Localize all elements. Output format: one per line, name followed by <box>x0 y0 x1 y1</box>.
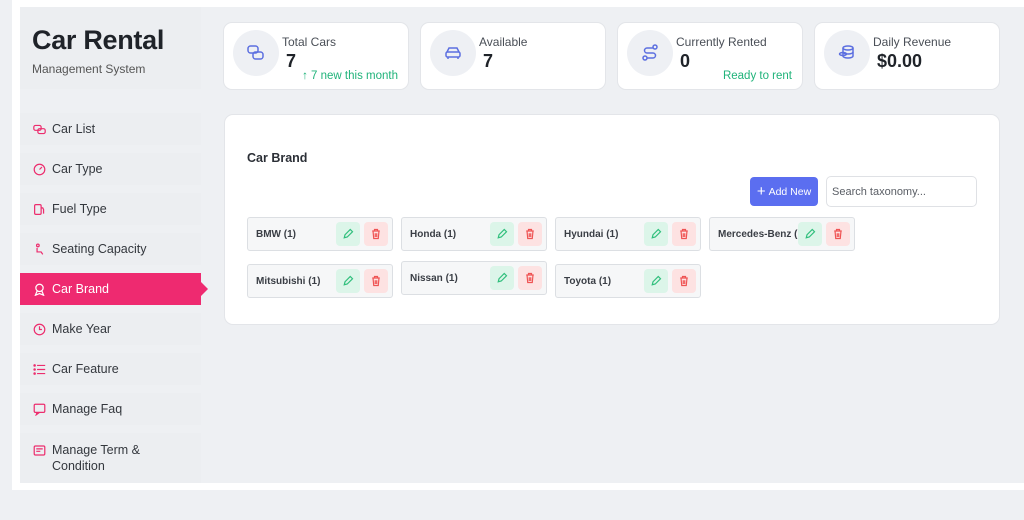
cars-icon <box>233 30 279 76</box>
trash-icon <box>526 228 534 240</box>
stat-card-currently-rented: Currently Rented 0 Ready to rent <box>617 22 803 90</box>
pencil-icon <box>343 275 354 286</box>
brand-name: Mercedes-Benz (1) <box>718 229 807 240</box>
sidebar-item-car-type[interactable]: Car Type <box>20 153 201 185</box>
brand-header: Car Rental Management System <box>20 7 201 89</box>
app-title: Car Rental <box>32 25 165 55</box>
brand-tag: BMW (1) <box>247 217 393 251</box>
sidebar-item-manage-terms[interactable]: Manage Term & Condition <box>20 433 201 483</box>
faq-icon <box>32 402 46 416</box>
cars-icon <box>32 122 46 136</box>
fuel-icon <box>32 202 46 216</box>
sidebar-item-label: Car Type <box>52 162 103 176</box>
edit-button[interactable] <box>336 269 360 293</box>
edit-button[interactable] <box>490 266 514 290</box>
sidebar-item-label: Car Feature <box>52 362 119 376</box>
sidebar-item-label: Make Year <box>52 322 112 336</box>
pencil-icon <box>497 228 508 239</box>
stat-label: Daily Revenue <box>873 35 952 49</box>
trash-icon <box>680 228 688 240</box>
clock-icon <box>32 322 46 336</box>
sidebar-item-make-year[interactable]: Make Year <box>20 313 201 345</box>
document-icon <box>32 443 46 457</box>
brand-tag: Hyundai (1) <box>555 217 701 251</box>
brand-name: Nissan (1) <box>410 273 458 284</box>
edit-button[interactable] <box>336 222 360 246</box>
seat-icon <box>32 242 46 256</box>
stat-value: 0 <box>680 51 691 71</box>
sidebar-item-label: Seating Capacity <box>52 242 147 256</box>
stat-value: $0.00 <box>877 51 923 71</box>
sidebar-item-label: Car Brand <box>52 282 109 296</box>
sidebar-item-label: Manage Term & Condition <box>52 443 141 473</box>
sidebar-item-label: Fuel Type <box>52 202 107 216</box>
sidebar-item-car-brand[interactable]: Car Brand <box>20 273 208 305</box>
brand-name: Toyota (1) <box>564 276 612 287</box>
sidebar-item-seating-capacity[interactable]: Seating Capacity <box>20 233 201 265</box>
trash-icon <box>526 272 534 284</box>
car-brand-panel: Car Brand + Add New BMW (1) Honda (1) Hy… <box>224 114 1000 325</box>
stat-card-total-cars: Total Cars 7 ↑ 7 new this month <box>223 22 409 90</box>
edit-button[interactable] <box>490 222 514 246</box>
brand-tag: Mercedes-Benz (1) <box>709 217 855 251</box>
delete-button[interactable] <box>518 222 542 246</box>
sidebar-item-car-feature[interactable]: Car Feature <box>20 353 201 385</box>
trash-icon <box>372 228 380 240</box>
pencil-icon <box>343 228 354 239</box>
stat-value: 7 <box>483 51 494 71</box>
edit-button[interactable] <box>644 269 668 293</box>
add-new-label: Add New <box>768 185 812 198</box>
stat-status: Ready to rent <box>722 70 792 82</box>
brand-name: Mitsubishi (1) <box>256 276 321 287</box>
brand-name: BMW (1) <box>256 229 296 240</box>
stat-label: Currently Rented <box>676 35 767 49</box>
trash-icon <box>834 228 842 240</box>
pencil-icon <box>805 228 816 239</box>
sidebar-item-label: Car List <box>52 122 96 136</box>
app-subtitle: Management System <box>32 62 146 76</box>
brand-tag: Mitsubishi (1) <box>247 264 393 298</box>
brand-tag: Nissan (1) <box>401 261 547 295</box>
edit-button[interactable] <box>644 222 668 246</box>
pencil-icon <box>497 272 508 283</box>
delete-button[interactable] <box>672 269 696 293</box>
edit-button[interactable] <box>798 222 822 246</box>
stat-label: Total Cars <box>282 35 337 49</box>
plus-icon: + <box>756 183 766 200</box>
pencil-icon <box>651 275 662 286</box>
brand-name: Honda (1) <box>410 229 457 240</box>
delete-button[interactable] <box>364 269 388 293</box>
stat-card-available: Available 7 <box>420 22 606 90</box>
sidebar-item-label: Manage Faq <box>52 402 123 416</box>
delete-button[interactable] <box>518 266 542 290</box>
badge-icon <box>32 282 46 296</box>
delete-button[interactable] <box>364 222 388 246</box>
search-taxonomy-input[interactable] <box>826 176 977 207</box>
trash-icon <box>680 275 688 287</box>
add-new-button[interactable]: + Add New <box>750 177 818 206</box>
stat-card-daily-revenue: Daily Revenue $0.00 <box>814 22 1000 90</box>
trash-icon <box>372 275 380 287</box>
brand-name: Hyundai (1) <box>564 229 619 240</box>
delete-button[interactable] <box>672 222 696 246</box>
panel-title: Car Brand <box>247 151 308 165</box>
route-icon <box>627 30 673 76</box>
sidebar-item-fuel-type[interactable]: Fuel Type <box>20 193 201 225</box>
delete-button[interactable] <box>826 222 850 246</box>
gauge-icon <box>32 162 46 176</box>
stat-trend: ↑ 7 new this month <box>302 70 398 82</box>
list-icon <box>32 362 46 376</box>
sidebar-item-manage-faq[interactable]: Manage Faq <box>20 393 201 425</box>
stat-value: 7 <box>286 51 297 71</box>
pencil-icon <box>651 228 662 239</box>
sidebar-item-car-list[interactable]: Car List <box>20 113 201 145</box>
brand-tag: Toyota (1) <box>555 264 701 298</box>
stat-label: Available <box>479 35 528 49</box>
brand-tag: Honda (1) <box>401 217 547 251</box>
coins-icon <box>824 30 870 76</box>
car-icon <box>430 30 476 76</box>
